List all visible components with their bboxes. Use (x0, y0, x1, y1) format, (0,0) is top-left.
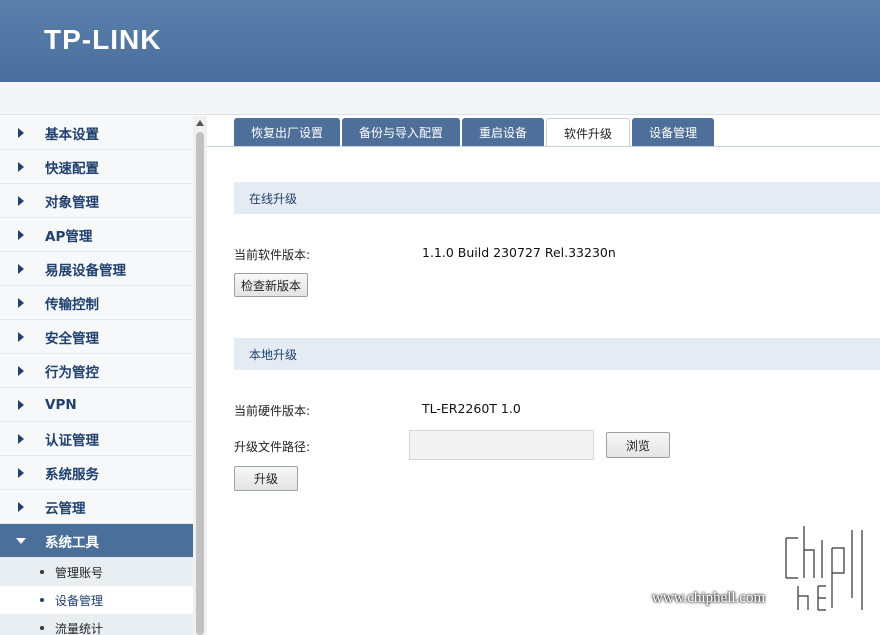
chevron-down-icon (16, 537, 26, 544)
sidebar-item-label: 对象管理 (45, 194, 99, 211)
tab-reboot[interactable]: 重启设备 (462, 118, 545, 146)
scrollbar-thumb[interactable] (196, 132, 204, 635)
sidebar-item-label: 系统工具 (45, 534, 99, 551)
chevron-right-icon (18, 467, 24, 478)
chevron-right-icon (18, 127, 24, 138)
sidebar-item-label: 快速配置 (45, 160, 99, 177)
sidebar-item-ap-management[interactable]: AP管理 (0, 218, 193, 252)
sidebar-item-authentication[interactable]: 认证管理 (0, 422, 193, 456)
tab-bar: 恢复出厂设置 备份与导入配置 重启设备 软件升级 设备管理 (234, 118, 716, 147)
bullet-icon (40, 570, 44, 574)
bullet-icon (40, 626, 44, 630)
software-version-label: 当前软件版本: (234, 248, 311, 262)
tab-backup-import[interactable]: 备份与导入配置 (342, 118, 461, 146)
scroll-up-icon[interactable] (193, 116, 207, 130)
sidebar-subitem-device-management[interactable]: 设备管理 (0, 586, 193, 614)
sidebar-item-quick-config[interactable]: 快速配置 (0, 150, 193, 184)
chevron-right-icon (18, 297, 24, 308)
sidebar-subitem-label: 设备管理 (55, 593, 104, 608)
sidebar-item-label: 云管理 (45, 500, 86, 517)
tp-link-logo: TP-LINK (44, 24, 162, 55)
upgrade-button[interactable]: 升级 (234, 466, 298, 491)
sidebar-item-object-management[interactable]: 对象管理 (0, 184, 193, 218)
sidebar-item-label: 易展设备管理 (45, 262, 126, 279)
chevron-right-icon (18, 161, 24, 172)
watermark-text: www.chiphell.com (652, 590, 766, 606)
chevron-right-icon (18, 501, 24, 512)
sidebar-item-system-tools[interactable]: 系统工具 (0, 524, 193, 558)
chiphell-watermark-logo (783, 523, 865, 613)
upgrade-file-path-label: 升级文件路径: (234, 440, 311, 454)
chevron-right-icon (18, 195, 24, 206)
browse-button[interactable]: 浏览 (606, 432, 670, 458)
chevron-right-icon (18, 229, 24, 240)
chevron-right-icon (18, 331, 24, 342)
tab-software-upgrade[interactable]: 软件升级 (546, 118, 631, 147)
sidebar-item-behavior-control[interactable]: 行为管控 (0, 354, 193, 388)
sidebar-item-label: VPN (45, 396, 77, 413)
sidebar-item-label: 安全管理 (45, 330, 99, 347)
check-new-version-button[interactable]: 检查新版本 (234, 273, 309, 297)
sidebar-item-system-services[interactable]: 系统服务 (0, 456, 193, 490)
sidebar-item-label: 系统服务 (45, 466, 99, 483)
sidebar-item-label: 行为管控 (45, 364, 99, 381)
section-online-upgrade: 在线升级 (234, 182, 880, 214)
tab-device-management[interactable]: 设备管理 (632, 118, 715, 146)
software-version-value: 1.1.0 Build 230727 Rel.33230n (422, 245, 616, 260)
sidebar-subitem-traffic-stats[interactable]: 流量统计 (0, 614, 193, 635)
sidebar-subitem-label: 流量统计 (55, 621, 104, 635)
sidebar-scrollbar[interactable] (193, 116, 207, 635)
chevron-right-icon (18, 433, 24, 444)
tab-factory-reset[interactable]: 恢复出厂设置 (234, 118, 341, 146)
sidebar-subitem-label: 管理账号 (55, 565, 104, 580)
sidebar-item-cloud-management[interactable]: 云管理 (0, 490, 193, 524)
sidebar-item-label: 传输控制 (45, 296, 99, 313)
chevron-right-icon (18, 365, 24, 376)
sidebar-item-label: AP管理 (45, 228, 93, 245)
sidebar-item-vpn[interactable]: VPN (0, 388, 193, 422)
sidebar-subitem-admin-account[interactable]: 管理账号 (0, 558, 193, 586)
sidebar-item-label: 基本设置 (45, 126, 99, 143)
bullet-icon (40, 598, 44, 602)
sub-header-bar (0, 82, 880, 115)
sidebar-item-easy-expand[interactable]: 易展设备管理 (0, 252, 193, 286)
sidebar: 基本设置 快速配置 对象管理 AP管理 易展设备管理 传输控制 安全管理 行为管… (0, 116, 193, 635)
tab-divider (207, 146, 880, 147)
chevron-right-icon (18, 263, 24, 274)
section-local-upgrade: 本地升级 (234, 338, 880, 370)
upgrade-file-path-input[interactable] (409, 430, 594, 460)
sidebar-item-security[interactable]: 安全管理 (0, 320, 193, 354)
sidebar-item-basic-settings[interactable]: 基本设置 (0, 116, 193, 150)
hardware-version-value: TL-ER2260T 1.0 (422, 401, 521, 416)
sidebar-item-transmission-control[interactable]: 传输控制 (0, 286, 193, 320)
sidebar-item-label: 认证管理 (45, 432, 99, 449)
hardware-version-label: 当前硬件版本: (234, 404, 311, 418)
header-bar: TP-LINK (0, 0, 880, 82)
chevron-right-icon (18, 399, 24, 410)
